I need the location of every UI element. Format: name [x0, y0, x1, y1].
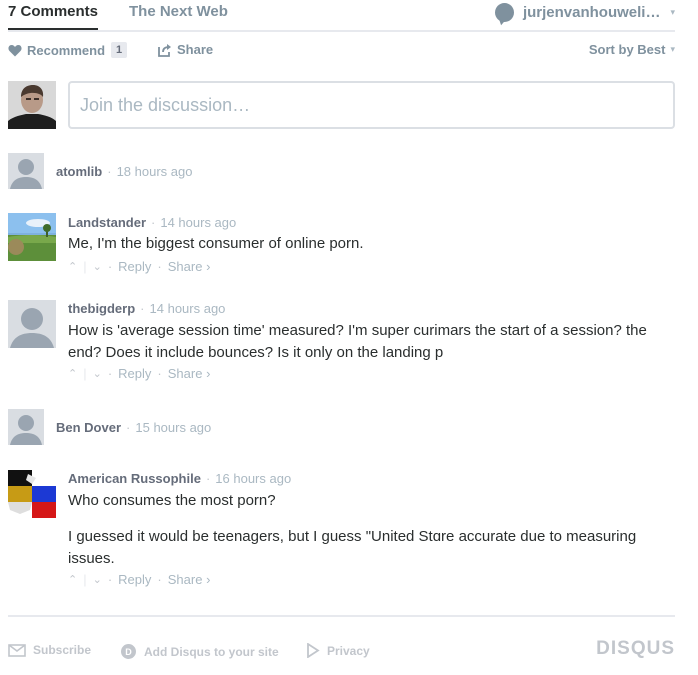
comment-text: Who consumes the most porn? [68, 492, 276, 509]
action-separator: · [107, 572, 113, 587]
reply-button[interactable]: Reply [118, 366, 151, 381]
share-comment-button[interactable]: Share › [168, 259, 211, 274]
comment-body: Who consumes the most porn? I guessed it… [68, 490, 636, 570]
comment-tabs: 7 Comments The Next Web jurjenvanhouweli… [8, 0, 675, 32]
vote-divider: | [83, 366, 87, 381]
avatar[interactable] [8, 153, 44, 189]
meta-separator: · [140, 301, 145, 316]
chevron-down-icon: ▾ [670, 44, 675, 54]
comment-author[interactable]: Landstander [68, 215, 146, 230]
reply-button[interactable]: Reply [118, 572, 151, 587]
speech-bubble-icon [494, 2, 514, 22]
footer: Subscribe D Add Disqus to your site Priv… [8, 638, 675, 660]
action-separator: · [157, 366, 162, 381]
action-separator: · [157, 259, 162, 274]
downvote-icon[interactable]: ⌄ [93, 260, 102, 273]
comment-text: Me, I'm the biggest consumer of online p… [68, 235, 364, 252]
comment-input[interactable] [68, 81, 675, 129]
flag-map-avatar-icon [8, 470, 56, 518]
comment-author[interactable]: thebigderp [68, 301, 135, 316]
meta-separator: · [205, 471, 211, 486]
user-photo-icon [8, 81, 56, 129]
share-icon [158, 43, 171, 57]
privacy-link[interactable]: Privacy [306, 643, 370, 658]
action-separator: · [107, 259, 113, 274]
heart-icon [8, 44, 22, 56]
comment-author[interactable]: American Russophile [68, 471, 201, 486]
comment-body: Me, I'm the biggest consumer of online p… [68, 233, 364, 255]
comment-timestamp[interactable]: 15 hours ago [135, 420, 211, 435]
recommend-count: 1 [111, 42, 128, 58]
svg-text:D: D [125, 647, 132, 657]
subscribe-link[interactable]: Subscribe [8, 643, 91, 657]
avatar[interactable] [8, 470, 56, 518]
comment-timestamp[interactable]: 18 hours ago [117, 164, 193, 179]
share-comment-button[interactable]: Share › [168, 572, 211, 587]
vote-divider: | [83, 259, 87, 274]
upvote-icon[interactable]: ⌃ [68, 573, 77, 586]
meta-separator: · [107, 164, 112, 179]
comment-body: How is 'average session time' measured? … [68, 320, 647, 364]
avatar[interactable] [8, 300, 56, 348]
action-separator: · [157, 572, 162, 587]
upvote-icon[interactable]: ⌃ [68, 260, 77, 273]
comment-text-line: How is 'average session time' measured? … [68, 322, 647, 339]
downvote-icon[interactable]: ⌄ [93, 573, 102, 586]
disqus-logo[interactable]: DISQUS [596, 638, 675, 660]
subscribe-label: Subscribe [33, 643, 92, 657]
default-avatar-icon [8, 300, 56, 348]
privacy-arrow-icon [307, 643, 320, 658]
user-menu[interactable]: jurjenvanhouweli… ▾ [494, 1, 675, 23]
sort-label: Sort by Best [588, 42, 666, 57]
comment-timestamp[interactable]: 16 hours ago [215, 471, 291, 486]
share-comment-button[interactable]: Share › [168, 366, 211, 381]
add-disqus-label: Add Disqus to your site [144, 644, 279, 659]
share-button[interactable]: Share [158, 42, 213, 57]
share-label: Share [177, 42, 214, 57]
comment-timestamp[interactable]: 14 hours ago [150, 301, 226, 316]
disqus-logo-icon: D [121, 644, 136, 659]
sort-dropdown[interactable]: Sort by Best ▾ [589, 42, 675, 57]
meta-separator: · [126, 420, 131, 435]
upvote-icon[interactable]: ⌃ [68, 367, 77, 380]
comment-actions: ⌃ | ⌄ · Reply · Share › [68, 572, 210, 587]
recommend-label: Recommend [27, 42, 106, 58]
default-avatar-icon [8, 409, 44, 445]
action-separator: · [107, 366, 113, 381]
comment-text-line: end? Does it include bounces? Is it only… [68, 344, 444, 361]
landscape-avatar-icon [8, 213, 56, 261]
comment-actions: ⌃ | ⌄ · Reply · Share › [68, 259, 210, 274]
tab-comments[interactable]: 7 Comments [8, 3, 99, 30]
avatar[interactable] [8, 213, 56, 261]
comment-author[interactable]: Ben Dover [56, 420, 121, 435]
add-disqus-link[interactable]: D Add Disqus to your site [120, 643, 279, 660]
meta-separator: · [151, 215, 156, 230]
thread-toolbar: Recommend 1 Share Sort by Best ▾ [8, 40, 675, 62]
recommend-button[interactable]: Recommend 1 [8, 42, 128, 58]
vote-divider: | [83, 572, 87, 587]
avatar[interactable] [8, 409, 44, 445]
comment-text-line: issues. [68, 550, 115, 567]
footer-divider [8, 615, 675, 617]
comment-timestamp[interactable]: 14 hours ago [160, 215, 236, 230]
current-user-avatar [8, 81, 56, 129]
chevron-down-icon: ▾ [670, 6, 675, 17]
default-avatar-icon [8, 153, 44, 189]
reply-button[interactable]: Reply [118, 259, 151, 274]
comment-actions: ⌃ | ⌄ · Reply · Share › [68, 366, 210, 381]
comment-author[interactable]: atomlib [56, 164, 102, 179]
comment-text-line: I guessed it would be teenagers, but I g… [68, 528, 637, 545]
username: jurjenvanhouweli… [522, 3, 661, 21]
privacy-label: Privacy [327, 643, 370, 658]
tab-community[interactable]: The Next Web [129, 3, 228, 20]
envelope-icon [8, 643, 26, 657]
downvote-icon[interactable]: ⌄ [93, 367, 102, 380]
